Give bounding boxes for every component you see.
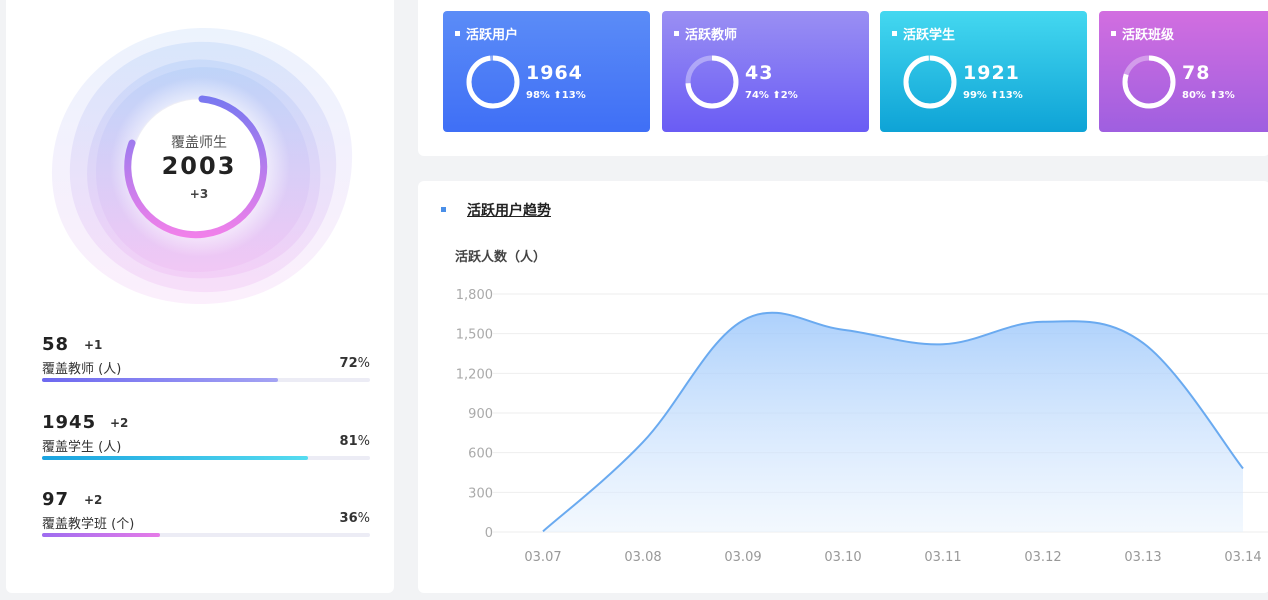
x-tick-label: 03.11 [924,550,961,565]
stat-percent: 72% [339,356,370,371]
stat-progress-track [42,456,370,460]
tile-subtext: 99% ⬆13% [963,90,1023,101]
stat-delta: +2 [84,493,103,507]
stat-classes: 97 +2 覆盖教学班 (个) 36% [42,489,370,559]
stat-delta: +2 [110,416,129,430]
y-tick-label: 0 [485,526,493,541]
tile-progress-ring [903,55,957,109]
coverage-label: 覆盖师生 [171,135,227,151]
stat-label: 覆盖教师 (人) [42,362,122,377]
tile-active-students[interactable]: 活跃学生 1921 99% ⬆13% [880,11,1087,132]
tile-title: 活跃班级 [1111,24,1174,43]
section-marker-icon [441,207,446,212]
stat-delta: +1 [84,338,103,352]
tile-active-teachers[interactable]: 活跃教师 43 74% ⬆2% [662,11,869,132]
y-axis-title: 活跃人数（人） [455,250,547,265]
tile-subtext: 80% ⬆3% [1182,90,1235,101]
y-tick-label: 600 [468,447,493,462]
y-tick-label: 300 [468,486,493,501]
tile-title: 活跃教师 [674,24,737,43]
stat-percent: 36% [339,511,370,526]
tile-value: 78 [1182,62,1211,84]
tile-progress-ring [1122,55,1176,109]
tile-active-users[interactable]: 活跃用户 1964 98% ⬆13% [443,11,650,132]
tile-value: 1921 [963,62,1020,84]
stat-students: 1945 +2 覆盖学生 (人) 81% [42,412,370,482]
tile-progress-ring [466,55,520,109]
stat-number: 97 [42,489,70,510]
stat-number: 58 [42,334,70,355]
x-tick-label: 03.07 [524,550,561,565]
trend-title: 活跃用户趋势 [467,203,551,219]
stat-progress-fill [42,533,161,537]
stat-percent: 81% [339,434,370,449]
stat-label: 覆盖教学班 (个) [42,517,135,532]
tile-subtext: 98% ⬆13% [526,90,586,101]
x-tick-label: 03.14 [1224,550,1261,565]
stat-progress-track [42,378,370,382]
tile-subtext: 74% ⬆2% [745,90,798,101]
tile-value: 43 [745,62,774,84]
tile-title: 活跃学生 [892,24,955,43]
stat-number: 1945 [42,412,97,433]
tile-title: 活跃用户 [455,24,518,43]
x-tick-label: 03.09 [724,550,761,565]
tile-progress-ring [685,55,739,109]
x-tick-label: 03.12 [1024,550,1061,565]
stat-progress-fill [42,456,308,460]
series-area [543,312,1243,532]
y-tick-label: 1,800 [456,288,493,303]
x-tick-label: 03.13 [1124,550,1161,565]
stat-progress-track [42,533,370,537]
tile-active-classes[interactable]: 活跃班级 78 80% ⬆3% [1099,11,1268,132]
trend-chart: 1,800 1,500 1,200 900 600 300 0 03.07 03.08 03.09… [456,288,1268,565]
x-tick-label: 03.08 [624,550,661,565]
coverage-value: 2003 [161,152,237,180]
y-tick-label: 1,500 [456,328,493,343]
tile-value: 1964 [526,62,583,84]
y-tick-label: 900 [468,407,493,422]
coverage-delta: +3 [189,187,209,201]
x-tick-label: 03.10 [824,550,861,565]
coverage-ring: 覆盖师生 2003 +3 [124,92,274,242]
stat-progress-fill [42,378,279,382]
y-tick-label: 1,200 [456,367,493,382]
stat-label: 覆盖学生 (人) [42,440,122,455]
stat-teachers: 58 +1 覆盖教师 (人) 72% [42,334,370,404]
